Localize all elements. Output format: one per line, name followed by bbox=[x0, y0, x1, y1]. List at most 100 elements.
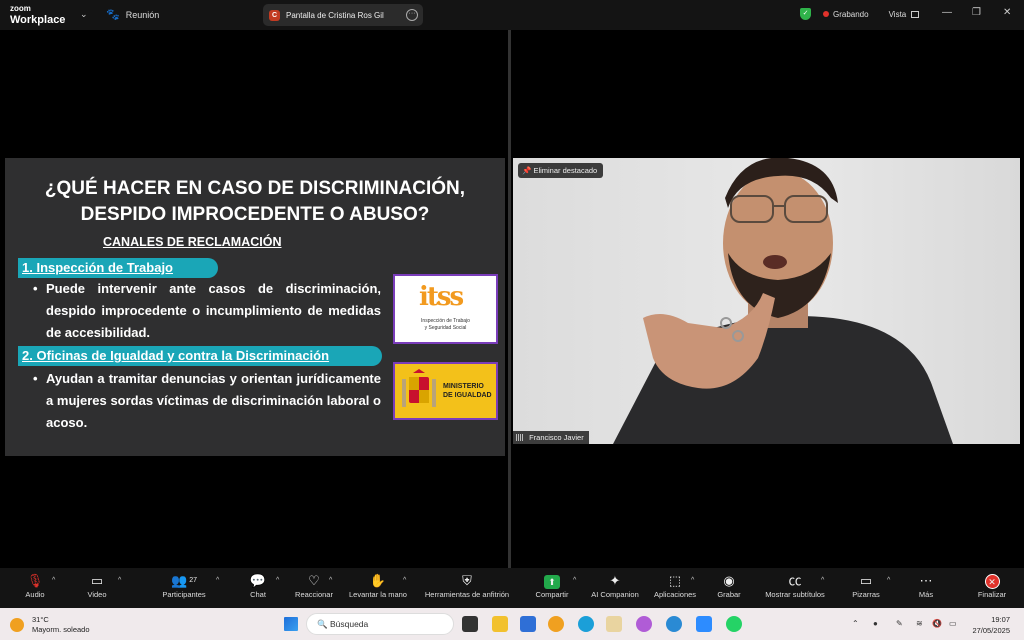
raise-hand-options-caret-icon[interactable]: ^ bbox=[403, 577, 406, 584]
clock-time: 19:07 bbox=[991, 615, 1010, 624]
video-options-caret-icon[interactable]: ^ bbox=[118, 577, 121, 584]
taskbar-search[interactable]: 🔍 Búsqueda bbox=[306, 613, 454, 635]
item2-header: 2. Oficinas de Igualdad y contra la Disc… bbox=[18, 346, 382, 366]
battery-icon[interactable]: ▭ bbox=[949, 619, 957, 628]
brand-zoom: zoom bbox=[10, 4, 31, 13]
share-button[interactable]: ⬆ Compartir bbox=[532, 572, 572, 599]
task-view-icon[interactable] bbox=[462, 616, 478, 632]
minimize-icon[interactable]: — bbox=[942, 7, 952, 18]
participants-count: 27 bbox=[189, 577, 197, 584]
slide-title-line1: ¿QUÉ HACER EN CASO DE DISCRIMINACIÓN, bbox=[44, 178, 466, 199]
captions-options-caret-icon[interactable]: ^ bbox=[821, 577, 824, 584]
meeting-toolbar: 🎙 Audio ^ ▭ Video ^ 👥 27 Participantes ^ … bbox=[0, 568, 1024, 608]
more-options-icon[interactable]: ··· bbox=[406, 9, 418, 21]
weather-widget[interactable]: 31°C Mayorm. soleado bbox=[10, 615, 90, 635]
itss-mark: itss bbox=[419, 282, 464, 312]
windows-start-icon[interactable] bbox=[284, 617, 298, 631]
ministerio-text: MINISTERIO DE IGUALDAD bbox=[443, 382, 492, 400]
zoom-logo: zoom Workplace bbox=[10, 4, 65, 26]
item2-body: Ayudan a tramitar denuncias y orientan j… bbox=[46, 371, 381, 430]
audio-button[interactable]: 🎙 Audio bbox=[22, 572, 48, 599]
host-tools-button[interactable]: ⛨ Herramientas de anfitrión bbox=[419, 572, 515, 599]
item1-header: 1. Inspección de Trabajo bbox=[18, 258, 218, 278]
tray-app-icon[interactable]: ● bbox=[873, 619, 878, 628]
tray-chevron-up-icon[interactable]: ⌃ bbox=[852, 619, 859, 628]
ai-companion-label: AI Companion bbox=[591, 590, 639, 599]
more-label: Más bbox=[918, 590, 934, 599]
windows-taskbar: 31°C Mayorm. soleado 🔍 Búsqueda ⌃ ● ✎ ≋ … bbox=[0, 608, 1024, 640]
record-label: Grabar bbox=[717, 590, 741, 599]
shield-icon: ⛨ bbox=[462, 573, 472, 588]
react-options-caret-icon[interactable]: ^ bbox=[329, 577, 332, 584]
paw-icon: 🐾 bbox=[106, 9, 120, 21]
close-icon[interactable]: ✕ bbox=[1003, 7, 1011, 18]
app-icon-3[interactable] bbox=[636, 616, 652, 632]
recording-label[interactable]: Grabando bbox=[833, 10, 869, 19]
pin-icon: 📌 bbox=[522, 166, 532, 175]
more-button[interactable]: ⋯ Más bbox=[913, 572, 939, 599]
recording-dot-icon bbox=[823, 11, 829, 17]
tray-pen-icon[interactable]: ✎ bbox=[896, 619, 903, 628]
search-placeholder: Búsqueda bbox=[329, 619, 369, 629]
security-shield-icon[interactable]: ✓ bbox=[800, 8, 811, 20]
store-icon[interactable] bbox=[520, 616, 536, 632]
itss-caption: Inspección de Trabajo y Seguridad Social bbox=[395, 318, 496, 332]
shared-screen-slide: ¿QUÉ HACER EN CASO DE DISCRIMINACIÓN, DE… bbox=[5, 158, 505, 456]
apps-options-caret-icon[interactable]: ^ bbox=[691, 577, 694, 584]
edge-icon[interactable] bbox=[578, 616, 594, 632]
weather-temp: 31°C bbox=[32, 615, 49, 624]
host-tools-label: Herramientas de anfitrión bbox=[424, 590, 510, 599]
coat-of-arms-icon bbox=[402, 369, 436, 407]
hand-icon: ✋ bbox=[369, 573, 387, 588]
item1-bullet: • Puede intervenir ante casos de discrim… bbox=[33, 278, 381, 344]
share-options-caret-icon[interactable]: ^ bbox=[573, 577, 576, 584]
raise-hand-button[interactable]: ✋ Levantar la mano bbox=[345, 572, 411, 599]
ministerio-line1: MINISTERIO bbox=[443, 383, 484, 390]
taskbar-clock[interactable]: 19:07 27/05/2025 bbox=[972, 614, 1010, 636]
chat-label: Chat bbox=[250, 590, 266, 599]
captions-button[interactable]: ㏄ Mostrar subtítulos bbox=[760, 572, 830, 599]
participants-options-caret-icon[interactable]: ^ bbox=[216, 577, 219, 584]
title-bar: zoom Workplace ⌄ 🐾 Reunión C Pantalla de… bbox=[0, 0, 1024, 30]
app-icon-1[interactable] bbox=[548, 616, 564, 632]
whiteboard-icon: ▭ bbox=[859, 573, 873, 588]
bullet-dot: • bbox=[33, 371, 38, 386]
chevron-down-icon[interactable]: ⌄ bbox=[80, 9, 88, 20]
panel-divider[interactable] bbox=[508, 30, 511, 568]
spotlight-chip[interactable]: 📌 Eliminar destacado bbox=[518, 163, 604, 178]
slide-section-heading: CANALES DE RECLAMACIÓN bbox=[103, 235, 282, 249]
sun-icon bbox=[10, 618, 24, 632]
telegram-icon[interactable] bbox=[666, 616, 682, 632]
sparkle-icon: ✦ bbox=[609, 573, 621, 588]
end-meeting-button[interactable]: ✕ Finalizar bbox=[974, 572, 1010, 599]
participants-button[interactable]: 👥 27 Participantes bbox=[158, 572, 210, 599]
whiteboards-button[interactable]: ▭ Pizarras bbox=[849, 572, 883, 599]
itss-caption-line2: y Seguridad Social bbox=[424, 325, 467, 331]
view-icon[interactable] bbox=[911, 10, 920, 18]
item2-bullet: • Ayudan a tramitar denuncias y orientan… bbox=[33, 368, 381, 434]
meeting-menu[interactable]: 🐾 Reunión bbox=[106, 8, 159, 21]
participant-video[interactable]: 📌 Eliminar destacado Francisco Javier bbox=[513, 158, 1020, 444]
audio-options-caret-icon[interactable]: ^ bbox=[52, 577, 55, 584]
mic-muted-icon: 🎙 bbox=[26, 573, 44, 588]
captions-label: Mostrar subtítulos bbox=[765, 590, 825, 599]
whatsapp-icon[interactable] bbox=[726, 616, 742, 632]
search-icon: 🔍 bbox=[317, 619, 328, 629]
app-icon-2[interactable] bbox=[606, 616, 622, 632]
zoom-taskbar-icon[interactable] bbox=[696, 616, 712, 632]
record-button[interactable]: ◉ Grabar bbox=[714, 572, 744, 599]
video-button[interactable]: ▭ Video bbox=[84, 572, 110, 599]
view-label[interactable]: Vista bbox=[889, 10, 907, 19]
apps-label: Aplicaciones bbox=[653, 590, 697, 599]
maximize-icon[interactable]: ❐ bbox=[972, 7, 981, 18]
slide-title-line2: DESPIDO IMPROCEDENTE O ABUSO? bbox=[80, 204, 430, 225]
chat-button[interactable]: 💬 Chat bbox=[246, 572, 270, 599]
file-explorer-icon[interactable] bbox=[492, 616, 508, 632]
screen-share-indicator[interactable]: C Pantalla de Cristina Ros Gil ··· bbox=[263, 4, 423, 26]
whiteboards-options-caret-icon[interactable]: ^ bbox=[887, 577, 890, 584]
wifi-icon[interactable]: ≋ bbox=[916, 619, 923, 628]
chat-options-caret-icon[interactable]: ^ bbox=[276, 577, 279, 584]
react-label: Reaccionar bbox=[295, 590, 333, 599]
volume-muted-icon[interactable]: 🔇 bbox=[932, 619, 942, 628]
ai-companion-button[interactable]: ✦ AI Companion bbox=[588, 572, 642, 599]
